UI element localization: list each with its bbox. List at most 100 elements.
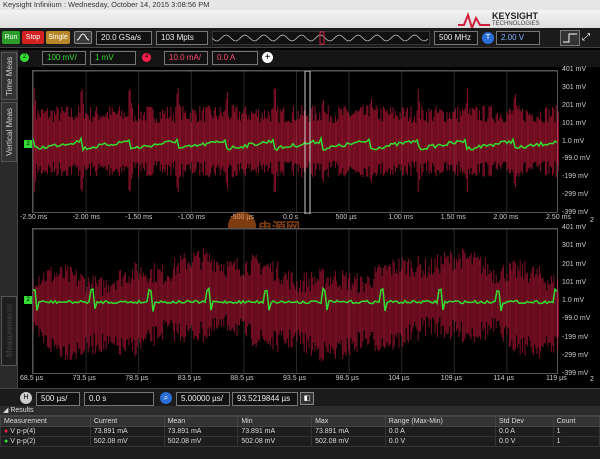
timebase-scale-field[interactable]: 500 µs/ [36,392,80,406]
zoom-position-field[interactable]: 93.5219844 µs [232,392,298,406]
y-tick-label: 301 mV [562,83,587,91]
ch2-ground-marker[interactable]: 2 [24,140,32,148]
x-tick-label: 114 µs [493,375,515,382]
top-grid-count: 2 [590,217,594,224]
trigger-mode-icon[interactable] [560,30,580,46]
results-cell: 502.08 mV [93,438,128,445]
y-tick-label: -199 mV [562,333,589,341]
y-tick-label: -299 mV [562,191,589,199]
sample-rate-field[interactable]: 20.0 GSa/s [96,31,152,45]
window-title-bar: Keysight Infiniium : Wednesday, October … [0,0,600,10]
ch2-zoom-ground-marker[interactable]: 2 [24,296,32,304]
horizontal-control-bar: H 500 µs/ 0.0 s ⌕ 5.00000 µs/ 93.5219844… [0,388,600,406]
trigger-icon[interactable]: T [482,32,494,44]
x-tick-label: 83.5 µs [177,375,201,382]
y-tick-label: 301 mV [562,242,587,250]
results-row[interactable]: ● V p-p(4) 73.891 mA 73.891 mA 73.891 mA 73.… [0,426,600,437]
side-tab-strip: Time Meas Vertical Meas Measurements [0,50,18,400]
results-column-header[interactable]: Measurement [0,416,91,427]
bandwidth-field[interactable]: 500 MHz [434,31,478,45]
main-waveform-plot [33,71,559,214]
tab-time-meas[interactable]: Time Meas [1,52,17,100]
x-tick-label: 78.5 µs [125,375,149,382]
results-cell: 73.891 mA [315,428,349,435]
y-tick-label: 401 mV [562,66,587,73]
x-tick-label: 98.5 µs [335,375,359,382]
results-column-header[interactable]: Mean [163,416,239,427]
timebase-overview-icon[interactable] [212,31,430,45]
results-column-header[interactable]: Current [89,416,165,427]
window-title: Keysight Infiniium : Wednesday, October … [3,0,210,9]
x-tick-label: 109 µs [440,375,462,382]
results-panel: ◢ Results Measurement Current Mean Min Max Ra… [0,406,600,459]
zoom-icon[interactable]: ⌕ [160,392,172,404]
y-tick-label: -99.0 mV [562,155,591,163]
results-cell: 73.891 mA [241,428,276,435]
results-cell: 1 [556,438,561,445]
results-header: ◢ Results [0,406,600,416]
run-button[interactable]: Run [2,31,20,44]
results-title: Results [10,407,34,414]
results-cell: 502.08 mV [241,438,276,445]
y-tick-label: 1.0 mV [562,137,585,145]
results-column-header[interactable]: Std Dev [495,416,554,427]
x-tick-label: 104 µs [388,375,410,382]
results-column-header[interactable]: Max [311,416,386,427]
timebase-position-field[interactable]: 0.0 s [84,392,154,406]
y-tick-label: 201 mV [562,101,587,109]
results-cell: 0.0 A [499,428,515,435]
y-tick-label: 401 mV [562,224,587,231]
results-cell: 502.08 mV [167,438,202,445]
x-tick-label: -2.50 ms [20,214,48,221]
results-cell: 73.891 mA [93,428,128,435]
y-tick-label: 1.0 mV [562,297,585,304]
tab-measurements[interactable]: Measurements [1,296,17,366]
stop-button[interactable]: Stop [22,31,44,44]
results-cell: 502.08 mV [315,438,349,445]
x-tick-label: -1.50 ms [125,214,153,221]
ch2-offset-field[interactable]: 1 mV [90,51,136,65]
results-cell: 73.891 mA [167,428,202,435]
results-cell: 0.0 A [388,428,405,435]
results-table: Measurement Current Mean Min Max Range (Max-M… [0,416,600,447]
zoom-waveform-plot [33,248,559,362]
x-tick-label: 88.5 µs [230,375,254,382]
ch2-scale-field[interactable]: 100 mV/ [42,51,86,65]
main-waveform-grid[interactable] [32,70,559,214]
x-tick-label: 119 µs [546,375,567,382]
x-tick-label: 1.50 ms [440,214,466,221]
x-tick-label: 68.5 µs [20,375,44,382]
y-tick-label: -299 mV [562,351,589,359]
results-column-header[interactable]: Range (Max-Min) [384,416,497,427]
expand-icon[interactable]: ⤢ [582,32,596,44]
autoscale-icon[interactable] [74,31,92,44]
ch4-offset-field[interactable]: 0.0 A [212,51,258,65]
brand-sub: TECHNOLOGIES [492,21,540,27]
add-channel-icon[interactable]: + [262,52,273,63]
brand-name: KEYSIGHT [492,11,539,21]
ch4-scale-field[interactable]: 10.0 mA/ [164,51,208,65]
memory-depth-field[interactable]: 103 Mpts [156,31,208,45]
x-tick-label: -2.00 ms [72,214,100,221]
y-tick-label: 101 mV [562,119,587,127]
zoom-pan-icon[interactable]: ◧ [300,392,314,405]
zoom-scale-field[interactable]: 5.00000 µs/ [176,392,230,406]
y-tick-label: -199 mV [562,173,589,181]
channel-bar: 2 100 mV/ 1 mV 4 10.0 mA/ 0.0 A + [18,50,600,67]
single-button[interactable]: Single [46,31,70,44]
horizontal-icon[interactable]: H [20,392,32,404]
x-tick-label: 2.50 ms [546,214,571,221]
y-tick-label: 201 mV [562,260,587,268]
results-row[interactable]: ● V p-p(2) 502.08 mV 502.08 mV 502.08 mV 502… [0,436,600,447]
channel-4-icon[interactable]: 4 [142,53,151,62]
x-tick-label: 500 µs [335,214,357,221]
x-tick-label: 1.00 ms [388,214,414,221]
tab-vertical-meas[interactable]: Vertical Meas [1,102,17,162]
zoom-waveform-grid[interactable] [32,228,559,374]
channel-2-icon[interactable]: 2 [20,53,29,62]
results-cell: V p-p(2) [10,438,36,445]
results-column-header[interactable]: Min [237,416,313,427]
trigger-level-field[interactable]: 2.00 V [496,31,540,45]
results-column-header[interactable]: Count [552,416,600,427]
results-cell: V p-p(4) [10,428,36,435]
